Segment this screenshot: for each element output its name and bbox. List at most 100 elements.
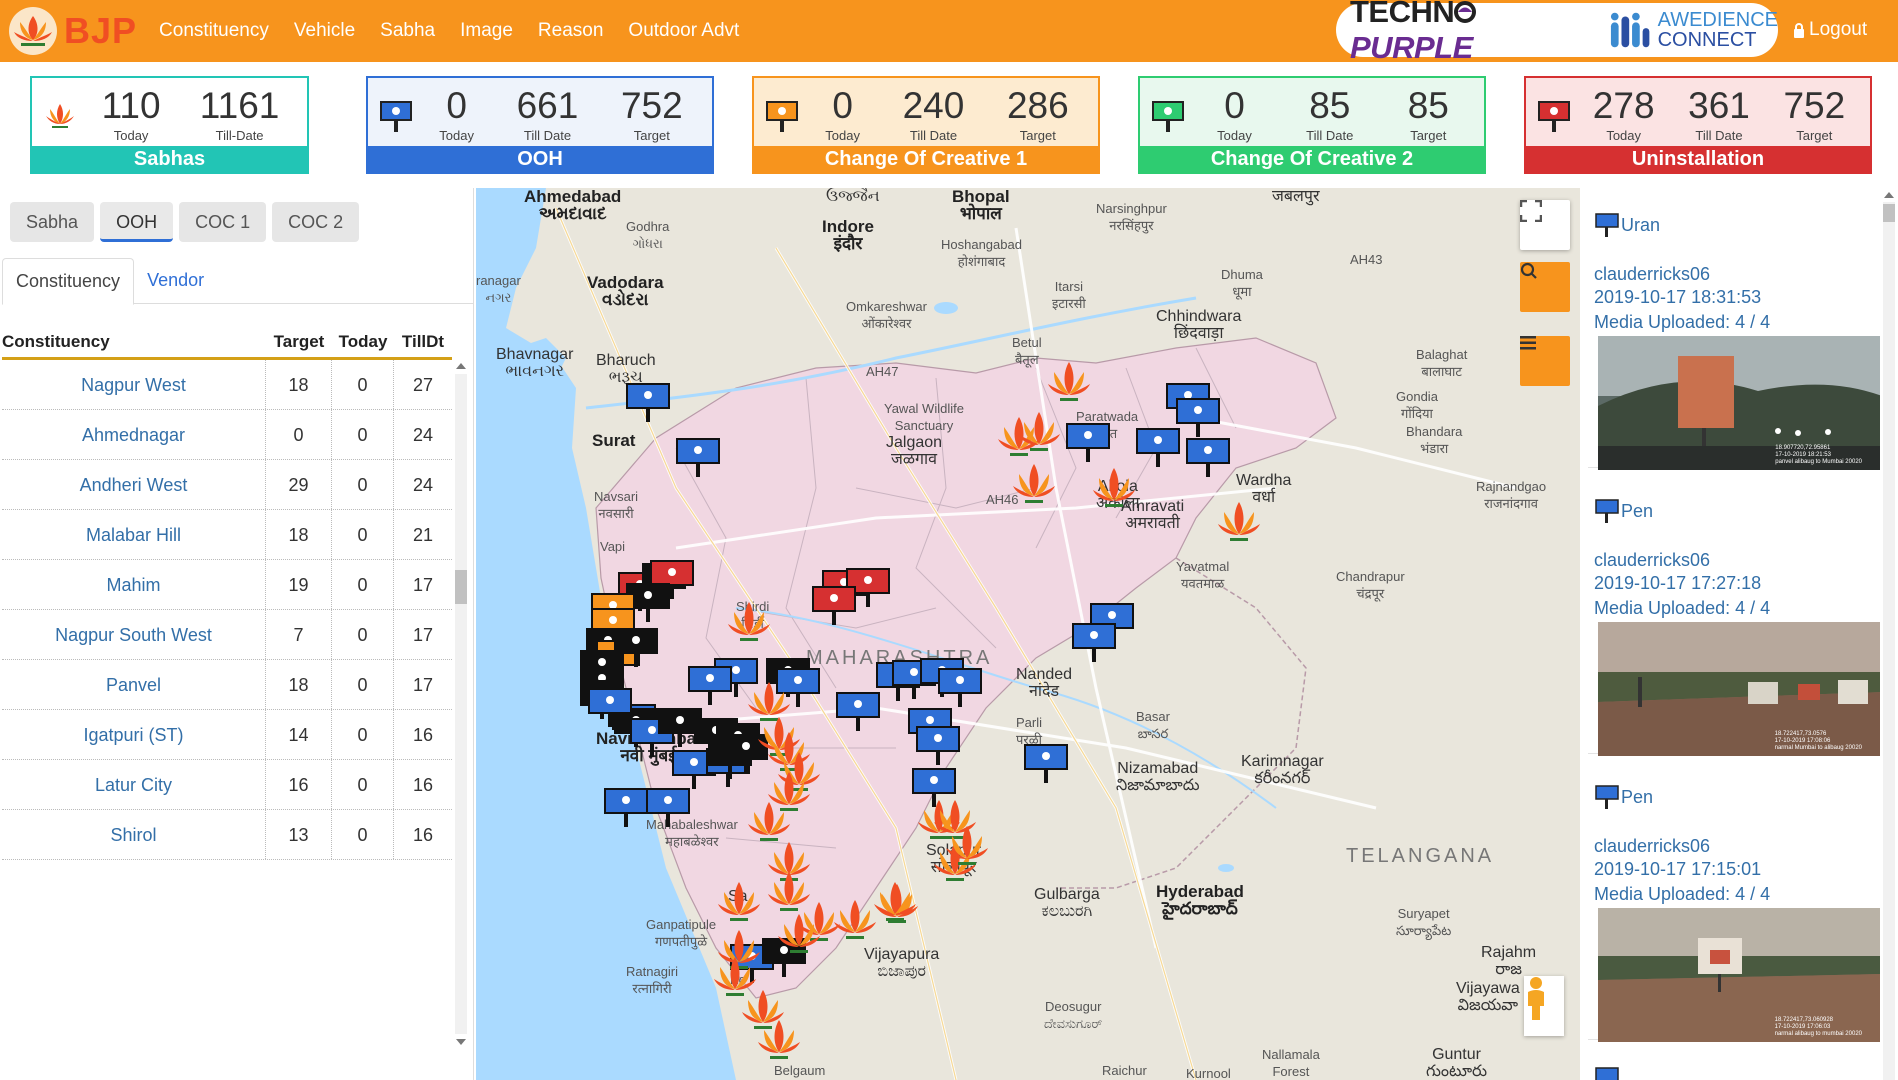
cell-today: 0 <box>332 560 394 609</box>
fullscreen-button[interactable] <box>1520 200 1570 250</box>
table-row[interactable]: Igatpuri (ST) 14 0 16 <box>2 710 452 760</box>
feed-scrollbar[interactable] <box>1880 188 1898 1080</box>
cell-tilldt: 16 <box>412 725 434 745</box>
table-row[interactable]: Malabar Hill 18 0 21 <box>2 510 452 560</box>
scroll-up-arrow-icon[interactable] <box>456 363 466 369</box>
header-today[interactable]: Today <box>332 326 394 357</box>
logout-label: Logout <box>1809 19 1868 40</box>
header-target[interactable]: Target <box>266 326 332 357</box>
table-row[interactable]: Latur City 16 0 16 <box>2 760 452 810</box>
table-row[interactable]: Ahmednagar 0 0 24 <box>2 410 452 460</box>
cell-constituency[interactable]: Latur City <box>2 760 266 809</box>
cell-target: 29 <box>266 460 332 509</box>
lotus-logo-icon <box>9 7 57 55</box>
nav-item-reason[interactable]: Reason <box>538 20 604 42</box>
cell-constituency[interactable]: Andheri West <box>2 460 266 509</box>
cell-constituency[interactable]: Nagpur West <box>2 360 266 409</box>
header-constituency[interactable]: Constituency <box>2 326 266 357</box>
cell-constituency[interactable]: Shirol <box>2 810 266 859</box>
stat-card-change-of-creative-2[interactable]: 0 Today 85 Till Date 85 Target Change Of Cr… <box>1138 76 1486 174</box>
table-row[interactable]: Shirol 13 0 16 <box>2 810 452 860</box>
scroll-down-arrow-icon[interactable] <box>456 1039 466 1045</box>
nav-item-constituency[interactable]: Constituency <box>159 20 269 42</box>
stat-target-value: 85 <box>1407 85 1449 126</box>
stat-values: 0 Today 240 Till Date 286 Target <box>804 84 1090 143</box>
map-search-button[interactable] <box>1520 262 1570 312</box>
table-row[interactable]: Nagpur South West 7 0 17 <box>2 610 452 660</box>
stat-tilldate-value: 361 <box>1688 85 1750 126</box>
feed-item[interactable]: Uran clauderricks06 2019-10-17 18:31:53 … <box>1588 188 1880 470</box>
stat-values: 0 Today 661 Till Date 752 Target <box>418 84 704 143</box>
awedience-logo-icon <box>1611 12 1650 48</box>
map-place-label: AH43 <box>1350 252 1383 267</box>
scroll-thumb[interactable] <box>455 570 467 604</box>
scroll-track[interactable] <box>1883 202 1895 1080</box>
stat-values: 278 Today 361 Till Date 752 Target <box>1576 84 1862 143</box>
stat-tilldate-value: 85 <box>1309 85 1351 126</box>
stat-today: 0 Today <box>825 84 860 143</box>
cell-tilldt: 16 <box>412 825 434 845</box>
stat-target-value: 286 <box>1006 85 1069 126</box>
stat-tilldate-label: Till-Date <box>215 128 264 143</box>
feed-item-timestamp: 2019-10-17 17:15:01 <box>1594 859 1762 879</box>
map-menu-button[interactable] <box>1520 336 1570 386</box>
table-row[interactable]: Andheri West 29 0 24 <box>2 460 452 510</box>
nav-item-vehicle[interactable]: Vehicle <box>294 20 355 42</box>
feed-item-location[interactable]: Pen <box>1621 501 1653 522</box>
nav-item-image[interactable]: Image <box>460 20 513 42</box>
cell-today: 0 <box>332 710 394 759</box>
table-row[interactable]: Nagpur West 18 0 27 <box>2 360 452 410</box>
stat-card-sabhas[interactable]: 110 Today 1161 Till-Date Sabhas <box>30 76 309 174</box>
map-place-label: Gulbarga ಕಲಬುರಗಿ <box>1034 886 1100 920</box>
cell-target: 14 <box>266 710 332 759</box>
cell-constituency[interactable]: Igatpuri (ST) <box>2 710 266 759</box>
table-row[interactable]: Mahim 19 0 17 <box>2 560 452 610</box>
tab-sabha[interactable]: Sabha <box>10 202 95 242</box>
stat-card-uninstallation[interactable]: 278 Today 361 Till Date 752 Target Uninstal… <box>1524 76 1872 174</box>
table-scrollbar[interactable] <box>452 360 470 1048</box>
cell-constituency[interactable]: Ahmednagar <box>2 410 266 459</box>
logout-button[interactable]: Logout <box>1793 19 1867 41</box>
tab-coc-1[interactable]: COC 1 <box>179 202 267 242</box>
map-place-label: Godhra ગોધરા <box>626 219 670 251</box>
feed-item[interactable]: Pen clauderricks06 2019-10-17 17:27:18 M… <box>1588 474 1880 756</box>
feed-item[interactable]: Pen clauderricks06 2019-10-17 17:15:01 M… <box>1588 760 1880 1042</box>
street-view-pegman-button[interactable] <box>1524 976 1564 1036</box>
cell-constituency[interactable]: Nagpur South West <box>2 610 266 659</box>
scroll-up-arrow-icon[interactable] <box>1884 192 1894 198</box>
stat-card-change-of-creative-1[interactable]: 0 Today 240 Till Date 286 Target Change Of … <box>752 76 1100 174</box>
tab-coc-2[interactable]: COC 2 <box>272 202 360 242</box>
map-place-label: Vijayawa విజయవా <box>1456 980 1520 1014</box>
feed-item[interactable] <box>1588 1046 1880 1080</box>
stat-tilldate-value: 1161 <box>199 85 280 126</box>
cell-constituency[interactable]: Malabar Hill <box>2 510 266 559</box>
scroll-track[interactable] <box>455 374 467 1034</box>
stat-tilldate: 240 Till Date <box>903 84 965 143</box>
map-place-label: Jalgaon जळगाव <box>886 434 943 468</box>
subtab-vendor[interactable]: Vendor <box>134 258 217 303</box>
map-place-label: Narsinghpur नरसिंहपुर <box>1096 201 1167 233</box>
cell-constituency[interactable]: Mahim <box>2 560 266 609</box>
cell-constituency[interactable]: Panvel <box>2 660 266 709</box>
feed-item-photo[interactable]: 18.907720,72.95861 17-10-2019 18:21:53 p… <box>1598 336 1880 470</box>
feed-item-location[interactable]: Pen <box>1621 787 1653 808</box>
table-row[interactable]: Panvel 18 0 17 <box>2 660 452 710</box>
stat-card-ooh[interactable]: 0 Today 661 Till Date 752 Target OOH <box>366 76 714 174</box>
technopurple-logo-part1: TECHN <box>1350 0 1455 29</box>
brand[interactable]: BJP <box>0 0 137 62</box>
nav-item-sabha[interactable]: Sabha <box>380 20 435 42</box>
header-tilldt[interactable]: TillDt <box>394 326 452 357</box>
scroll-thumb[interactable] <box>1883 204 1895 222</box>
feed-item-photo[interactable]: 18.722417,73.0576 17-10-2019 17:08:06 na… <box>1598 622 1880 756</box>
tab-ooh[interactable]: OOH <box>100 202 174 242</box>
cell-target: 0 <box>266 410 332 459</box>
map-place-label: Vapi <box>600 539 626 554</box>
feed-item-photo[interactable]: 18.722417,73.060928 17-10-2019 17:06:03 … <box>1598 908 1880 1042</box>
map-place-label: Vadodara વડોદરા <box>587 273 664 309</box>
subtab-constituency[interactable]: Constituency <box>2 258 135 305</box>
nav-item-outdoor-advt[interactable]: Outdoor Advt <box>628 20 739 42</box>
pegman-icon <box>1528 977 1544 1020</box>
awedience-connect-text: AWEDIENCE CONNECT <box>1658 10 1778 50</box>
feed-item-location[interactable]: Uran <box>1621 215 1660 236</box>
map-view[interactable]: Ahmedabad અમદાવાદ Godhra ગોધરા ઉજ્જૈન Indor… <box>476 188 1580 1080</box>
